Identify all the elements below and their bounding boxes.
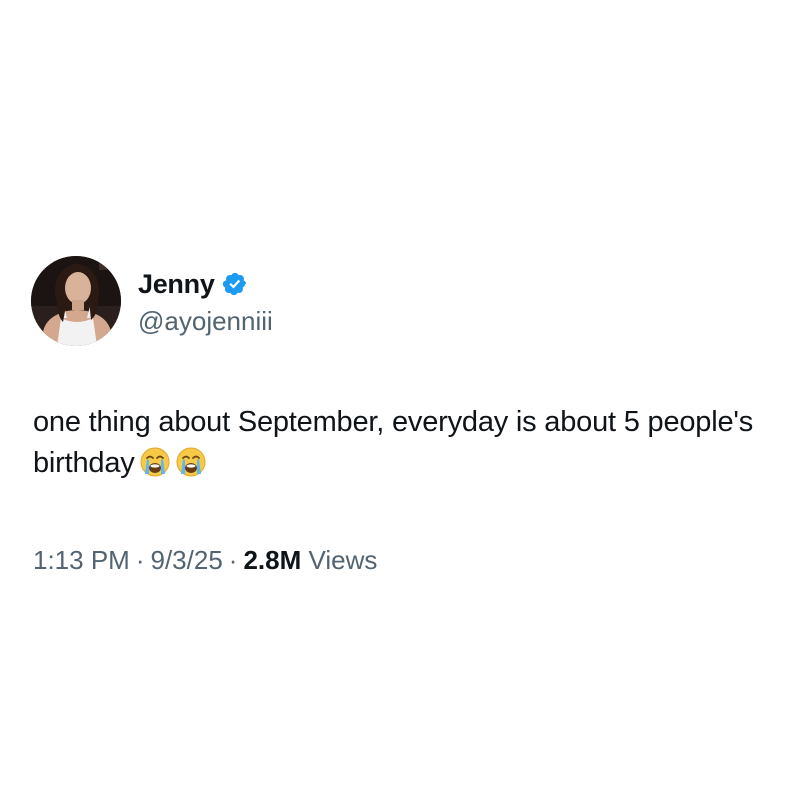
meta-separator: · bbox=[228, 545, 238, 575]
tweet-card: Jenny @ayojenniii one thing about Septem… bbox=[0, 0, 800, 800]
tweet-time[interactable]: 1:13 PM bbox=[33, 545, 130, 575]
author-row: Jenny bbox=[138, 266, 248, 302]
tweet-date[interactable]: 9/3/25 bbox=[151, 545, 223, 575]
verified-badge-icon[interactable] bbox=[222, 271, 248, 297]
display-name[interactable]: Jenny bbox=[138, 269, 215, 300]
meta-separator: · bbox=[135, 545, 145, 575]
tweet-text: one thing about September, everyday is a… bbox=[33, 402, 778, 484]
views-label[interactable]: Views bbox=[309, 545, 378, 575]
tweet-meta: 1:13 PM · 9/3/25 · 2.8M Views bbox=[33, 545, 377, 576]
views-count[interactable]: 2.8M bbox=[243, 545, 301, 575]
loudly-crying-face-icon bbox=[139, 446, 171, 478]
user-handle[interactable]: @ayojenniii bbox=[138, 306, 273, 337]
loudly-crying-face-icon bbox=[175, 446, 207, 478]
avatar[interactable] bbox=[31, 256, 121, 346]
avatar-image bbox=[31, 256, 121, 346]
